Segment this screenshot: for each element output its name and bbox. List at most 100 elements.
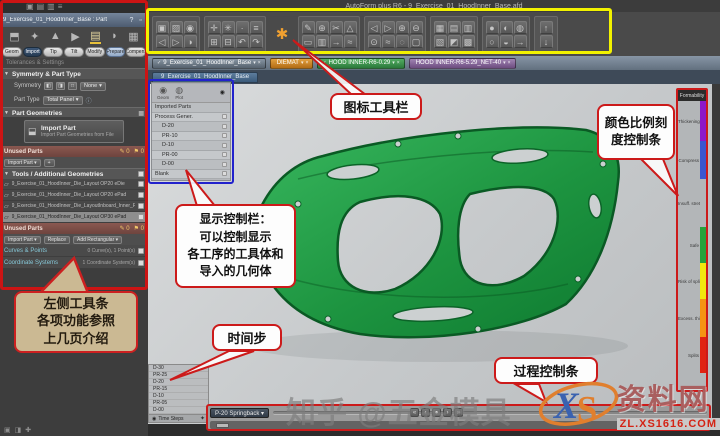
export-icon[interactable]: ⬒ <box>9 30 19 43</box>
symmetry-toggle-right[interactable]: ◨ <box>56 82 65 90</box>
display-row[interactable]: PR-00 <box>152 151 230 161</box>
toolbar-icon[interactable]: ▦ <box>434 21 447 34</box>
toolbar-icon[interactable]: ≈ <box>382 35 395 48</box>
replace-chip[interactable]: Replace <box>44 236 70 244</box>
part-page-tab[interactable]: Compens <box>126 47 146 57</box>
display-row-checkbox[interactable] <box>222 143 227 148</box>
display-row[interactable]: Imported Parts <box>152 103 230 113</box>
geometry-visibility-checkbox[interactable] <box>138 192 144 198</box>
toolbar-icon[interactable]: → <box>330 35 343 48</box>
toolbar-icon[interactable]: ⊞ <box>208 35 221 48</box>
toolbar-icon[interactable]: ◒ <box>500 35 513 48</box>
toolbar-icon[interactable]: ⊕ <box>396 21 409 34</box>
tab-close-icon[interactable]: × <box>397 60 400 66</box>
part-type-dropdown[interactable]: Total Panel▾ <box>43 96 83 105</box>
curves-points-row[interactable]: Curves & Points 0 Curve(s), 1 Point(s) <box>0 245 148 257</box>
window-mini-icon[interactable]: ▣ <box>26 2 34 11</box>
edit-badge[interactable]: ✎ 0 <box>120 148 130 155</box>
pin-icon[interactable]: ✦ <box>200 415 205 422</box>
process-tab[interactable]: HOOD INNER-R6-5.29_NET-40 ▾ × <box>409 58 516 69</box>
display-row-checkbox[interactable] <box>222 133 227 138</box>
time-step-row[interactable]: PR-25 <box>149 372 208 379</box>
display-row-checkbox[interactable] <box>222 162 227 167</box>
window-mini-icon[interactable]: ▥ <box>47 2 55 11</box>
time-step-row[interactable]: D-10 <box>149 393 208 400</box>
tab-menu-icon[interactable]: ▾ <box>392 60 395 66</box>
geometry-row[interactable]: ▱ 9_Exercise_01_HoodInner_Die_Layout OP2… <box>0 179 148 190</box>
tab-close-icon[interactable]: × <box>258 60 261 66</box>
display-row[interactable]: PR-10 <box>152 132 230 142</box>
legend-title[interactable]: Formability <box>678 90 706 101</box>
part-page-tab[interactable]: Tip <box>43 47 63 57</box>
flag-badge[interactable]: ⚑ 0 <box>134 148 144 155</box>
window-mini-icon[interactable]: ≡ <box>58 2 63 11</box>
toolbar-icon[interactable]: ↓ <box>540 35 553 48</box>
toolbar-icon[interactable]: ⊙ <box>368 35 381 48</box>
import-part-chip[interactable]: Import Part ▾ <box>4 159 41 167</box>
toolbar-icon[interactable]: ▷ <box>382 21 395 34</box>
spark-icon[interactable]: ✱ <box>276 28 289 41</box>
display-row[interactable]: D-00 <box>152 160 230 170</box>
part-book-icon[interactable]: ▤ <box>90 29 100 44</box>
toolbar-icon[interactable]: ◩ <box>448 35 461 48</box>
toolbar-icon[interactable]: ▭ <box>302 35 315 48</box>
geometry-display-toggle[interactable]: ◉ Geom <box>157 86 169 100</box>
status-icon[interactable]: ◨ <box>15 426 22 434</box>
add-rectangular-chip[interactable]: Add Rectangular ▾ <box>73 236 122 244</box>
part-page-tab[interactable]: Modify <box>85 47 105 57</box>
toolbar-icon[interactable]: ◍ <box>514 21 527 34</box>
status-icon[interactable]: ✚ <box>25 426 31 434</box>
grid-icon[interactable]: ▦ <box>128 30 138 43</box>
symmetry-toggle-none[interactable]: □ <box>68 82 77 90</box>
toolbar-icon[interactable]: ▢ <box>410 35 423 48</box>
import-part-chip[interactable]: Import Part ▾ <box>4 236 41 244</box>
toolbar-icon[interactable]: ▩ <box>462 35 475 48</box>
tolerances-link[interactable]: Tolerances & Settings <box>0 58 148 68</box>
toolbar-icon[interactable]: ○ <box>486 35 499 48</box>
toolbar-icon[interactable]: ▨ <box>170 21 183 34</box>
part-page-tab[interactable]: Geom <box>2 47 22 57</box>
coordinate-systems-row[interactable]: Coordinate Systems 1 Coordinate System(s… <box>0 257 148 269</box>
toolbar-icon[interactable]: ◁ <box>156 35 169 48</box>
toolbar-icon[interactable]: ▤ <box>448 21 461 34</box>
toolbar-icon[interactable]: ✂ <box>330 21 343 34</box>
toolbar-icon[interactable]: ◌ <box>396 35 409 48</box>
process-tab[interactable]: ✓ 9_Exercise_01_HoodInner_Base ▾ × <box>152 58 266 69</box>
geometry-visibility-checkbox[interactable] <box>138 203 144 209</box>
process-tab[interactable]: ✓ HOOD INNER-R6-0.29 ▾ × <box>317 58 404 69</box>
toolbar-icon[interactable]: △ <box>344 21 357 34</box>
toolbar-icon[interactable]: ◁ <box>368 21 381 34</box>
status-icon[interactable]: ▣ <box>4 426 11 434</box>
timeline-handle[interactable] <box>216 423 229 428</box>
toolbar-icon[interactable]: ∙ <box>236 21 249 34</box>
geometry-row[interactable]: ▱ 9_Exercise_01_HoodInner_Die_Layout OP2… <box>0 190 148 201</box>
display-row-checkbox[interactable] <box>222 171 227 176</box>
part-page-tab[interactable]: Tilt <box>64 47 84 57</box>
section-tools-geometries[interactable]: ▼Tools / Additional Geometries <box>0 168 148 179</box>
toolbar-icon[interactable]: ● <box>486 21 499 34</box>
collapse-icon[interactable]: ▫ <box>136 17 145 24</box>
toolbar-icon[interactable]: ▥ <box>462 21 475 34</box>
display-row[interactable]: D-10 <box>152 141 230 151</box>
tab-menu-icon[interactable]: ▾ <box>301 60 304 66</box>
tip-icon[interactable]: ▲ <box>50 30 61 42</box>
tab-close-icon[interactable]: × <box>508 60 511 66</box>
curves-checkbox[interactable] <box>138 248 144 254</box>
display-row[interactable]: D-20 <box>152 122 230 132</box>
edit-badge[interactable]: ✎ 0 <box>120 225 130 232</box>
display-row-checkbox[interactable] <box>222 124 227 129</box>
time-step-row[interactable]: PR-15 <box>149 386 208 393</box>
toolbar-icon[interactable]: ◉ <box>184 21 197 34</box>
toolbar-icon[interactable]: ✎ <box>302 21 315 34</box>
add-chip[interactable]: + <box>44 159 55 167</box>
toolbar-icon[interactable]: ↶ <box>236 35 249 48</box>
pin-dot-icon[interactable]: ◉ <box>220 89 225 96</box>
symmetry-dropdown[interactable]: None▾ <box>80 82 106 91</box>
toolbar-icon[interactable]: ⊕ <box>316 21 329 34</box>
display-row[interactable]: Blank <box>152 170 230 180</box>
toolbar-icon[interactable]: ↷ <box>250 35 263 48</box>
tab-menu-icon[interactable]: ▾ <box>503 60 506 66</box>
view-tab[interactable]: 9_Exercise_01_HoodInner_Base <box>152 72 258 83</box>
process-tab[interactable]: DIEMAT ▾ × <box>270 58 314 69</box>
radio-icon[interactable]: ◉ <box>152 416 156 422</box>
